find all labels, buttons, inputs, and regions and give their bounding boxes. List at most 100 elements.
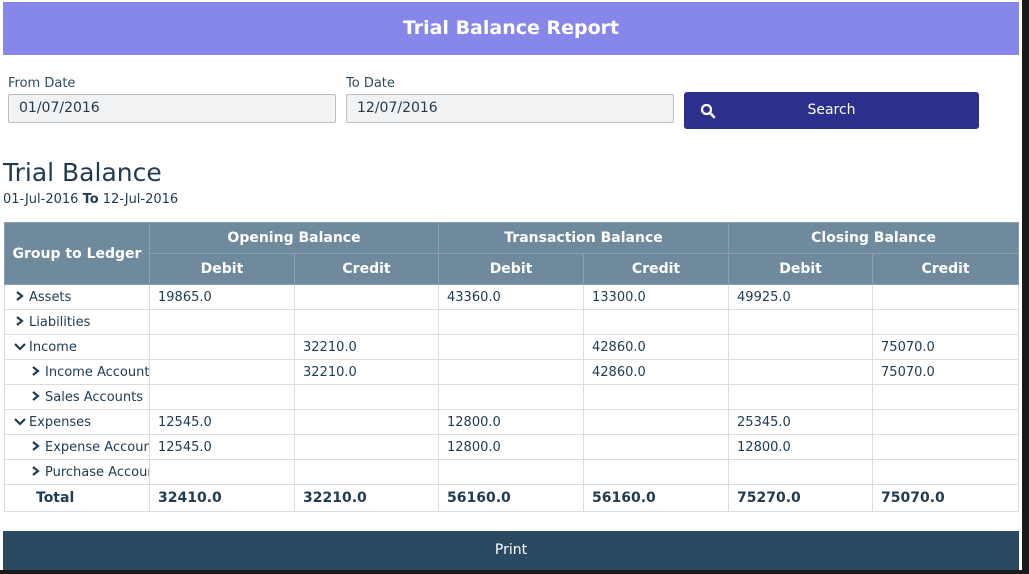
from-date-input[interactable]: 01/07/2016 xyxy=(8,94,336,123)
report-from-date: 01-Jul-2016 xyxy=(3,192,79,207)
amount-cell: 12545.0 xyxy=(149,434,295,460)
table-row[interactable]: Expenses 12545.0 12800.0 25345.0 xyxy=(4,409,1020,435)
print-button[interactable]: Print xyxy=(3,531,1019,570)
chevron-down-icon[interactable] xyxy=(13,415,27,427)
total-row: Total 32410.0 32210.0 56160.0 56160.0 75270.0… xyxy=(4,484,1020,512)
total-amount-cell: 32410.0 xyxy=(149,484,295,512)
amount-cell xyxy=(728,359,874,385)
amount-cell: 12800.0 xyxy=(728,434,874,460)
amount-cell xyxy=(438,309,585,335)
table-row[interactable]: Income 32210.0 42860.0 75070.0 xyxy=(4,334,1020,360)
amount-cell xyxy=(149,384,295,410)
amount-cell: 25345.0 xyxy=(728,409,874,435)
amount-cell xyxy=(438,384,585,410)
report-date-range: 01-Jul-2016 To 12-Jul-2016 xyxy=(3,192,178,207)
to-date-input[interactable]: 12/07/2016 xyxy=(346,94,674,123)
ledger-label: Sales Accounts xyxy=(45,389,143,405)
window-frame-edge xyxy=(1022,0,1029,574)
amount-cell xyxy=(583,409,730,435)
table-row[interactable]: Sales Accounts xyxy=(4,384,1020,410)
amount-cell xyxy=(149,334,295,360)
amount-cell: 32210.0 xyxy=(293,359,440,385)
chevron-right-icon[interactable] xyxy=(29,440,43,452)
amount-cell xyxy=(438,459,585,485)
amount-cell xyxy=(149,459,295,485)
page: Trial Balance Report From Date 01/07/201… xyxy=(0,0,1022,570)
chevron-right-icon[interactable] xyxy=(29,365,43,377)
chevron-right-icon[interactable] xyxy=(29,390,43,402)
table-row[interactable]: Expense Account 12545.0 12800.0 12800.0 xyxy=(4,434,1020,460)
total-amount-cell: 75070.0 xyxy=(872,484,1020,512)
amount-cell: 32210.0 xyxy=(293,334,440,360)
ledger-cell[interactable]: Income Account xyxy=(4,359,150,385)
ledger-cell[interactable]: Expense Account xyxy=(4,434,150,460)
amount-cell xyxy=(583,384,730,410)
ledger-cell[interactable]: Income xyxy=(4,334,150,360)
ledger-label: Liabilities xyxy=(29,314,91,330)
amount-cell xyxy=(583,309,730,335)
chevron-down-icon[interactable] xyxy=(13,340,27,352)
amount-cell xyxy=(872,284,1020,310)
amount-cell: 49925.0 xyxy=(728,284,874,310)
transaction-debit-header: Debit xyxy=(438,253,585,285)
amount-cell xyxy=(293,284,440,310)
table-row[interactable]: Liabilities xyxy=(4,309,1020,335)
transaction-balance-header: Transaction Balance xyxy=(438,222,730,254)
amount-cell: 19865.0 xyxy=(149,284,295,310)
amount-cell: 43360.0 xyxy=(438,284,585,310)
amount-cell xyxy=(728,459,874,485)
ledger-cell[interactable]: Liabilities xyxy=(4,309,150,335)
total-amount-cell: 75270.0 xyxy=(728,484,874,512)
amount-cell xyxy=(149,359,295,385)
amount-cell xyxy=(583,459,730,485)
search-button[interactable]: Search xyxy=(684,92,979,129)
total-amount-cell: 56160.0 xyxy=(583,484,730,512)
ledger-label: Income Account xyxy=(45,364,150,380)
total-amount-cell: 32210.0 xyxy=(293,484,440,512)
trial-balance-table: Group to Ledger Opening Balance Transact… xyxy=(4,222,1020,512)
window-frame-bottom xyxy=(0,570,1029,574)
amount-cell: 42860.0 xyxy=(583,359,730,385)
report-title: Trial Balance xyxy=(3,158,162,187)
ledger-cell[interactable]: Purchase Accounts xyxy=(4,459,150,485)
report-to-word: To xyxy=(82,192,99,207)
amount-cell xyxy=(293,309,440,335)
amount-cell xyxy=(872,384,1020,410)
search-button-label: Search xyxy=(807,102,856,118)
ledger-label: Expenses xyxy=(29,414,91,430)
ledger-cell[interactable]: Sales Accounts xyxy=(4,384,150,410)
amount-cell xyxy=(583,434,730,460)
ledger-cell[interactable]: Assets xyxy=(4,284,150,310)
total-label: Total xyxy=(4,484,150,512)
amount-cell xyxy=(872,309,1020,335)
amount-cell xyxy=(872,434,1020,460)
amount-cell xyxy=(293,409,440,435)
table-row[interactable]: Assets 19865.0 43360.0 13300.0 49925.0 xyxy=(4,284,1020,310)
amount-cell: 12800.0 xyxy=(438,434,585,460)
search-icon xyxy=(700,103,716,119)
amount-cell: 12800.0 xyxy=(438,409,585,435)
amount-cell xyxy=(149,309,295,335)
chevron-right-icon[interactable] xyxy=(13,290,27,302)
ledger-label: Income xyxy=(29,339,77,355)
ledger-label: Assets xyxy=(29,289,72,305)
table-row[interactable]: Purchase Accounts xyxy=(4,459,1020,485)
closing-debit-header: Debit xyxy=(728,253,874,285)
chevron-right-icon[interactable] xyxy=(13,315,27,327)
chevron-right-icon[interactable] xyxy=(29,465,43,477)
amount-cell xyxy=(438,359,585,385)
amount-cell xyxy=(872,409,1020,435)
amount-cell xyxy=(293,384,440,410)
closing-balance-header: Closing Balance xyxy=(728,222,1020,254)
amount-cell: 75070.0 xyxy=(872,334,1020,360)
to-date-label: To Date xyxy=(346,76,395,91)
table-row[interactable]: Income Account 32210.0 42860.0 75070.0 xyxy=(4,359,1020,385)
opening-credit-header: Credit xyxy=(293,253,440,285)
table-body: Assets 19865.0 43360.0 13300.0 49925.0 Liabil… xyxy=(4,284,1020,512)
opening-balance-header: Opening Balance xyxy=(148,222,440,254)
ledger-cell[interactable]: Expenses xyxy=(4,409,150,435)
amount-cell: 75070.0 xyxy=(872,359,1020,385)
amount-cell xyxy=(293,459,440,485)
group-to-ledger-header: Group to Ledger xyxy=(4,222,150,285)
closing-credit-header: Credit xyxy=(872,253,1020,285)
